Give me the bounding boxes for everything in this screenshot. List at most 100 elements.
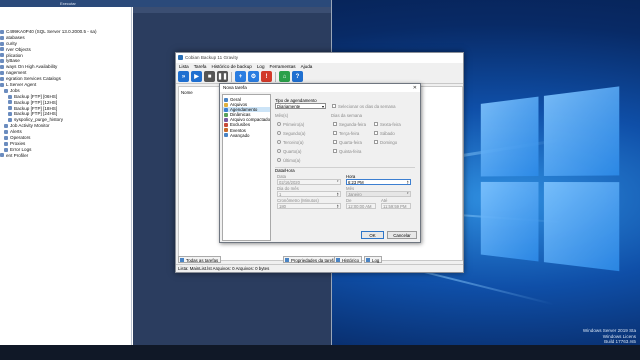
windows-logo-icon bbox=[480, 86, 620, 275]
folder-icon bbox=[8, 100, 12, 105]
dia-mes-field[interactable]: 1 ▴ ▾ bbox=[277, 191, 341, 197]
taskbar bbox=[0, 345, 640, 360]
object-explorer[interactable]: C499KA0P40 (SQL Server 13.0.2000.5 - sa)… bbox=[0, 7, 132, 345]
tree-item-label: Backup [FTP] [24HS] bbox=[14, 111, 58, 117]
folder-icon bbox=[0, 76, 4, 81]
menu-log[interactable]: Log bbox=[257, 63, 265, 70]
tipo-select[interactable]: Diariamente ▾ bbox=[275, 103, 326, 109]
tree-item-label: ways On High Availability bbox=[6, 64, 58, 70]
tree-item-label: syspolicy_purge_history bbox=[14, 117, 64, 123]
terceiro-label: Terceiro(a) bbox=[283, 139, 304, 145]
tab-historico[interactable]: Histórico bbox=[334, 256, 363, 263]
menu-lista[interactable]: Lista bbox=[179, 63, 189, 70]
tab-todas-tarefas[interactable]: Todas as tarefas bbox=[178, 256, 222, 263]
tab-log[interactable]: Log bbox=[364, 256, 383, 263]
tree-item-label: nagement bbox=[6, 70, 27, 76]
quinta-checkbox[interactable] bbox=[333, 149, 337, 153]
general-icon bbox=[224, 97, 228, 102]
folder-icon bbox=[0, 47, 4, 52]
date-dropdown-icon: ▾ bbox=[337, 179, 339, 183]
sexta-checkbox[interactable] bbox=[374, 122, 378, 126]
log-icon bbox=[366, 258, 370, 262]
tree-item-label: atabases bbox=[6, 34, 25, 40]
terca-checkbox[interactable] bbox=[333, 131, 337, 135]
domingo-checkbox[interactable] bbox=[374, 140, 378, 144]
tree-item-label: Backup [FTP] [12HS] bbox=[14, 99, 58, 105]
dialog-titlebar[interactable]: Nova tarefa ✕ bbox=[220, 84, 420, 92]
pause-icon[interactable]: ❚❚ bbox=[217, 71, 228, 82]
home-icon[interactable]: ⌂ bbox=[279, 71, 290, 82]
cancelar-button[interactable]: Cancelar bbox=[387, 231, 417, 239]
cobian-titlebar[interactable]: Cobian Backup 11 Gravity bbox=[176, 53, 463, 63]
tab-propriedades[interactable]: Propriedades da tarefa bbox=[283, 256, 339, 263]
run-icon[interactable]: ▶ bbox=[191, 71, 202, 82]
menu-historico[interactable]: Histórico de backup bbox=[212, 63, 252, 70]
spinner-icon: ▴ ▾ bbox=[407, 179, 409, 185]
tree-item[interactable]: ent Profiler bbox=[0, 153, 131, 159]
primeiro-radio[interactable] bbox=[277, 122, 281, 126]
folder-icon bbox=[0, 65, 4, 70]
window-title: Cobian Backup 11 Gravity bbox=[185, 55, 239, 60]
segunda-checkbox[interactable] bbox=[333, 122, 337, 126]
cronometro-field[interactable]: 180 ▴ ▾ bbox=[277, 203, 341, 209]
folder-icon bbox=[8, 118, 12, 123]
help-icon[interactable]: ? bbox=[292, 71, 303, 82]
status-bar: Lista: MainList.lst Arquivos: 0 Arquivos… bbox=[176, 264, 463, 272]
folder-icon bbox=[4, 147, 8, 152]
tree-item-label: egration Services Catalogs bbox=[6, 76, 61, 82]
selecionar-dias-checkbox[interactable] bbox=[332, 104, 336, 108]
tree-item-label: C499KA0P40 (SQL Server 13.0.2000.5 - sa) bbox=[6, 29, 97, 34]
folder-icon bbox=[224, 102, 228, 107]
ate-field[interactable]: 11:59:59 PM bbox=[381, 203, 411, 209]
properties-icon bbox=[285, 258, 289, 262]
menu-ajuda[interactable]: Ajuda bbox=[301, 63, 313, 70]
stop-icon[interactable]: ■ bbox=[204, 71, 215, 82]
column-header-nome[interactable]: Nome bbox=[181, 90, 193, 95]
advanced-icon bbox=[224, 133, 228, 138]
chevron-down-icon: ▾ bbox=[321, 104, 324, 109]
tree-item-label: Job Activity Monitor bbox=[10, 123, 50, 129]
folder-icon bbox=[4, 124, 8, 129]
nav-avancado[interactable]: Avançado bbox=[223, 133, 270, 138]
tree-item-label: Jobs bbox=[10, 87, 20, 93]
terca-label: Terça-feira bbox=[339, 130, 360, 136]
quinta-label: Quinta-feira bbox=[339, 148, 362, 154]
tree-item-label: ent Profiler bbox=[6, 152, 29, 158]
folder-icon bbox=[4, 129, 8, 134]
tree-item-label: Alerts bbox=[10, 129, 22, 135]
ultimo-label: Último(a) bbox=[283, 157, 301, 163]
ultimo-radio[interactable] bbox=[277, 158, 281, 162]
primeiro-label: Primeiro(a) bbox=[283, 121, 305, 127]
segundo-radio[interactable] bbox=[277, 131, 281, 135]
history-icon bbox=[336, 258, 340, 262]
add-task-icon[interactable]: + bbox=[235, 71, 246, 82]
settings-icon[interactable]: ⚙ bbox=[248, 71, 259, 82]
folder-icon bbox=[4, 88, 8, 93]
ssms-tabstrip bbox=[133, 7, 331, 13]
ok-button[interactable]: OK bbox=[361, 231, 384, 239]
tree-item-label: Operators bbox=[10, 135, 31, 141]
data-field[interactable]: 02/16/2020 ▾ bbox=[277, 179, 341, 185]
hora-field[interactable]: 6:23 PM ▴ ▾ bbox=[346, 179, 411, 185]
menu-ferramentas[interactable]: Ferramentas bbox=[270, 63, 296, 70]
run-all-icon[interactable]: » bbox=[178, 71, 189, 82]
delete-icon[interactable]: ! bbox=[261, 71, 272, 82]
de-field[interactable]: 12:00:00 AM bbox=[346, 203, 376, 209]
quarta-checkbox[interactable] bbox=[333, 140, 337, 144]
mes-label: Mês(s) bbox=[275, 113, 289, 118]
exclusion-icon bbox=[224, 123, 228, 128]
calendar-icon bbox=[224, 107, 228, 112]
toolbar-separator bbox=[275, 71, 276, 82]
datahora-label: Data/Hora bbox=[275, 168, 295, 173]
sabado-checkbox[interactable] bbox=[374, 131, 378, 135]
tree-item-label: Proxies bbox=[10, 140, 26, 146]
terceiro-radio[interactable] bbox=[277, 140, 281, 144]
folder-icon bbox=[8, 94, 12, 99]
mes-select[interactable]: Janeiro ▾ bbox=[346, 191, 411, 197]
close-icon[interactable]: ✕ bbox=[413, 84, 417, 92]
menu-tarefa[interactable]: Tarefa bbox=[194, 63, 207, 70]
quarto-radio[interactable] bbox=[277, 149, 281, 153]
folder-icon bbox=[8, 112, 12, 117]
chevron-down-icon: ▾ bbox=[407, 191, 409, 195]
sexta-label: Sexta-feira bbox=[380, 121, 401, 127]
